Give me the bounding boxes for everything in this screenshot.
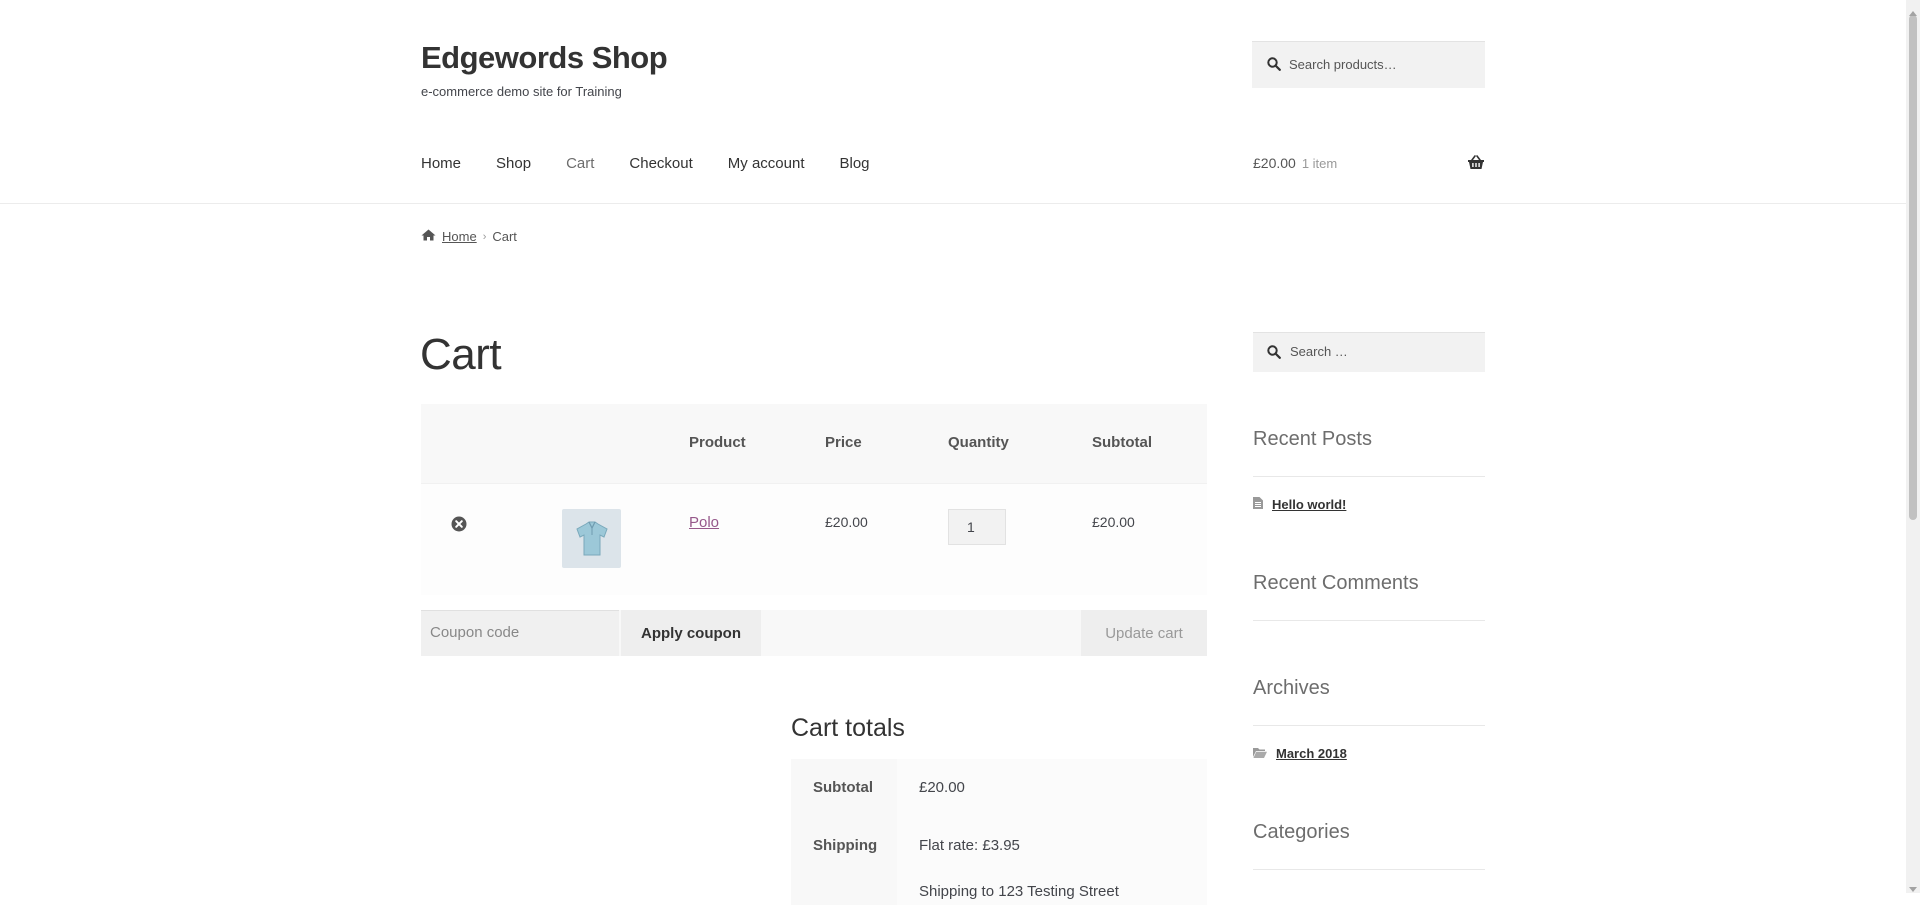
search-icon: [1267, 57, 1281, 76]
product-search-input[interactable]: Search products…: [1252, 41, 1485, 88]
cart-actions: Coupon code Apply coupon Update cart: [421, 610, 1207, 656]
totals-subtotal-value: £20.00: [897, 759, 1207, 817]
nav-item-home[interactable]: Home: [421, 155, 461, 172]
search-icon: [1267, 345, 1281, 364]
widget-divider: [1253, 476, 1485, 477]
nav-item-blog[interactable]: Blog: [839, 155, 869, 172]
mini-cart[interactable]: £20.00 1 item: [1253, 155, 1485, 171]
column-header-subtotal: Subtotal: [1092, 434, 1152, 451]
shipping-destination: Shipping to 123 Testing Street: [897, 875, 1207, 905]
column-header-price: Price: [825, 434, 862, 451]
page-title: Cart: [420, 330, 502, 379]
nav-item-my-account[interactable]: My account: [728, 155, 805, 172]
basket-icon[interactable]: [1467, 155, 1485, 173]
folder-icon: [1253, 746, 1267, 761]
product-thumbnail[interactable]: [562, 509, 621, 568]
totals-shipping-label: Shipping: [791, 817, 897, 875]
site-tagline: e-commerce demo site for Training: [421, 84, 622, 99]
cart-totals-table: Subtotal £20.00 Shipping Flat rate: £3.9…: [791, 759, 1207, 905]
column-header-quantity: Quantity: [948, 434, 1009, 451]
totals-subtotal-label: Subtotal: [791, 759, 897, 817]
document-icon: [1253, 497, 1263, 512]
categories-title: Categories: [1253, 821, 1350, 843]
mini-cart-amount: £20.00: [1253, 155, 1296, 171]
primary-navigation: Home Shop Cart Checkout My account Blog: [421, 155, 905, 172]
scrollbar-thumb[interactable]: [1909, 15, 1917, 520]
scroll-down-arrow-icon[interactable]: [1909, 880, 1917, 898]
apply-coupon-button[interactable]: Apply coupon: [621, 610, 761, 656]
breadcrumb-separator: ›: [482, 230, 487, 243]
totals-row-shipping: Shipping Flat rate: £3.95: [791, 817, 1207, 875]
totals-shipping-value: Flat rate: £3.95: [897, 817, 1207, 875]
recent-posts-title: Recent Posts: [1253, 428, 1372, 450]
breadcrumb-current: Cart: [492, 229, 517, 244]
archive-link-march-2018[interactable]: March 2018: [1276, 746, 1347, 761]
cart-table-header: Product Price Quantity Subtotal: [421, 404, 1207, 483]
item-subtotal: £20.00: [1092, 514, 1135, 530]
column-header-product: Product: [689, 434, 746, 451]
list-item: March 2018: [1253, 746, 1347, 761]
recent-comments-title: Recent Comments: [1253, 572, 1419, 594]
nav-item-cart[interactable]: Cart: [566, 155, 594, 172]
breadcrumb: Home › Cart: [421, 229, 517, 244]
cart-table: Product Price Quantity Subtotal Polo £20…: [421, 404, 1207, 595]
post-link-hello-world[interactable]: Hello world!: [1272, 497, 1346, 512]
item-price: £20.00: [825, 514, 868, 530]
widget-divider: [1253, 725, 1485, 726]
site-title[interactable]: Edgewords Shop: [421, 40, 668, 76]
list-item: Hello world!: [1253, 497, 1346, 512]
totals-row-subtotal: Subtotal £20.00: [791, 759, 1207, 817]
product-search-placeholder: Search products…: [1289, 57, 1397, 72]
scroll-up-arrow-icon[interactable]: [1909, 3, 1917, 21]
widget-divider: [1253, 620, 1485, 621]
table-row: Polo £20.00 1 £20.00: [421, 483, 1207, 595]
sidebar-search-input[interactable]: Search …: [1253, 332, 1485, 372]
breadcrumb-home-link[interactable]: Home: [442, 229, 477, 244]
mini-cart-count: 1 item: [1301, 156, 1338, 171]
nav-item-checkout[interactable]: Checkout: [629, 155, 692, 172]
widget-divider: [1253, 869, 1485, 870]
coupon-code-input[interactable]: Coupon code: [421, 610, 619, 656]
quantity-input[interactable]: 1: [948, 509, 1006, 545]
archives-title: Archives: [1253, 677, 1330, 699]
cart-totals-title: Cart totals: [791, 714, 905, 742]
nav-item-shop[interactable]: Shop: [496, 155, 531, 172]
header-divider: [0, 203, 1906, 204]
update-cart-button[interactable]: Update cart: [1081, 610, 1207, 656]
product-link-polo[interactable]: Polo: [689, 514, 719, 531]
sidebar-search-placeholder: Search …: [1290, 344, 1348, 359]
remove-item-icon[interactable]: [451, 516, 467, 537]
home-icon: [421, 229, 436, 244]
totals-label-cell: [791, 875, 897, 905]
